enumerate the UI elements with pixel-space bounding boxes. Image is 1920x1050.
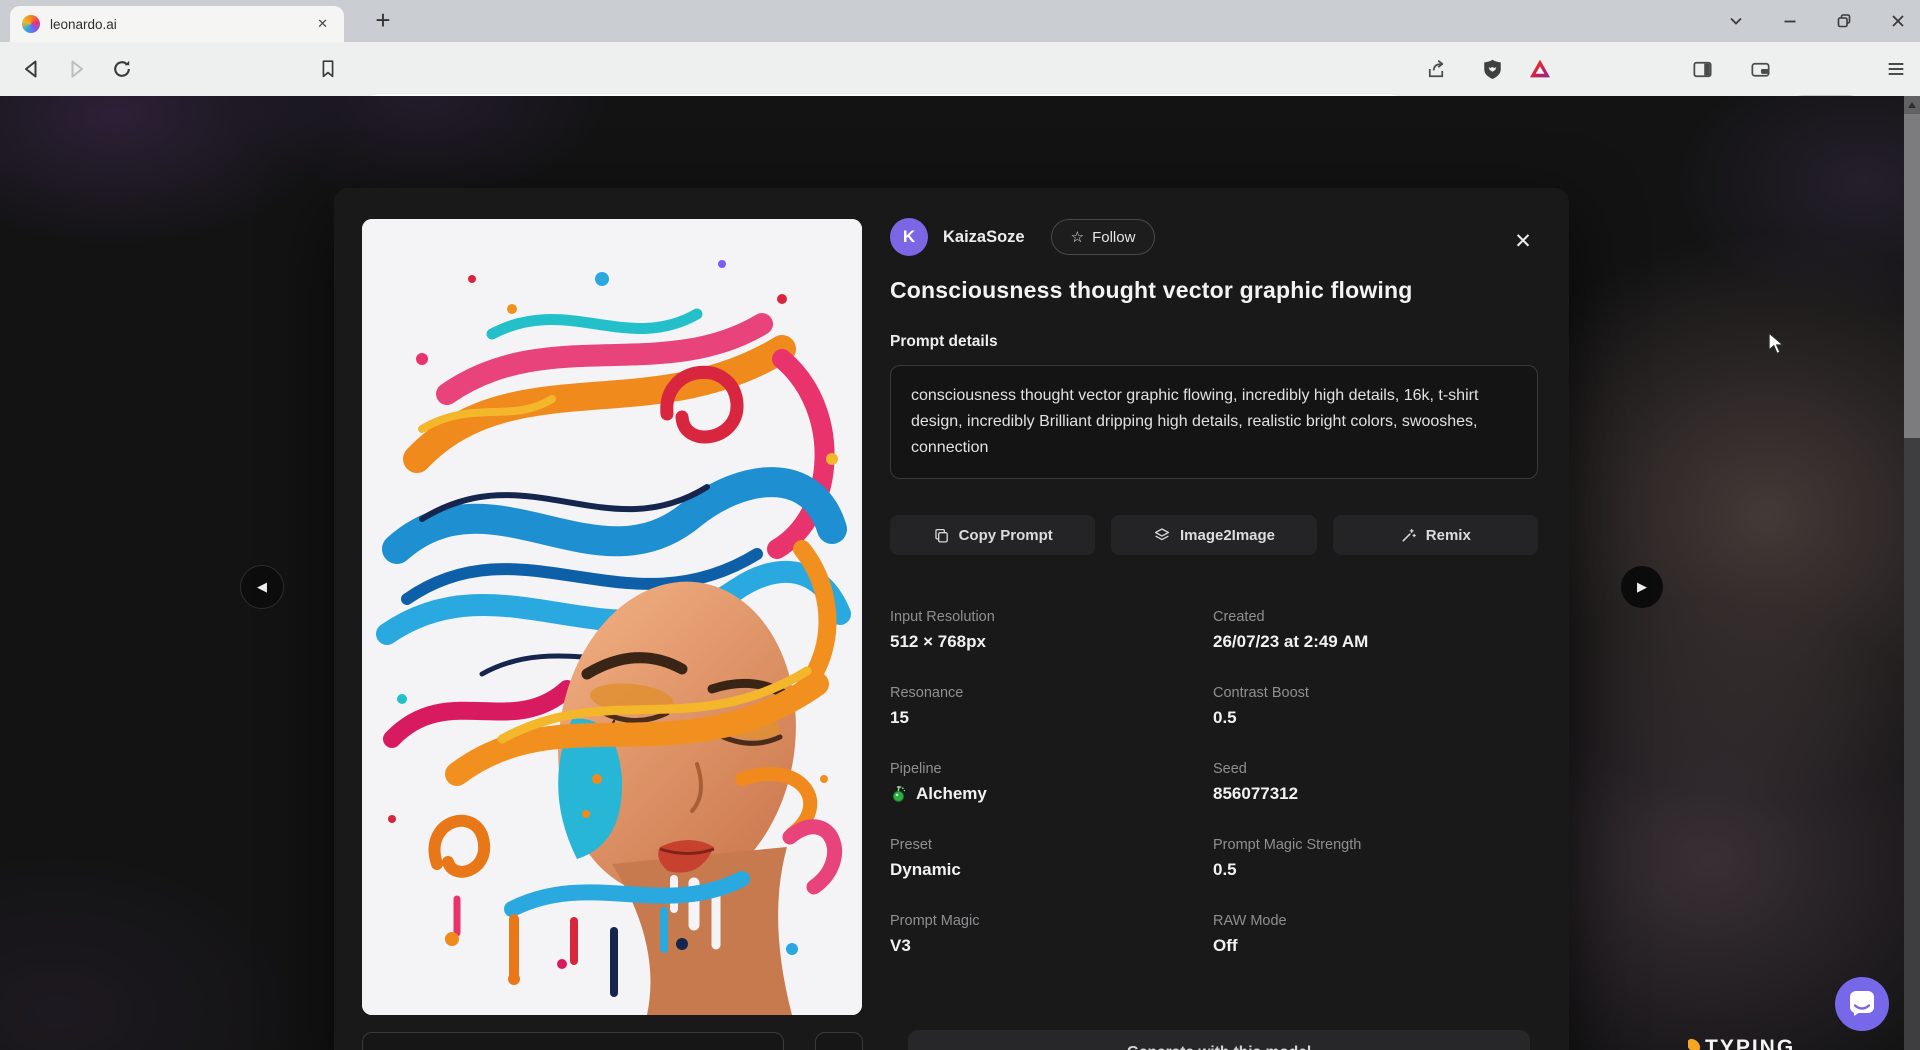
prev-arrow-icon: ◀ (257, 579, 267, 595)
comment-input[interactable] (362, 1032, 784, 1050)
page-backdrop: ◀ ▶ (0, 96, 1920, 1050)
image2image-button[interactable]: Image2Image (1111, 515, 1316, 555)
chat-support-button[interactable] (1835, 977, 1889, 1031)
copy-prompt-label: Copy Prompt (959, 527, 1053, 544)
bookmark-icon[interactable] (316, 57, 340, 81)
copy-icon (933, 527, 950, 544)
tab-strip: leonardo.ai ✕ + (0, 0, 1920, 42)
wand-icon (1400, 527, 1417, 544)
layers-icon (1153, 526, 1171, 544)
browser-window: leonardo.ai ✕ + app.leonardo.ai (0, 0, 1920, 1050)
author-name[interactable]: KaizaSoze (943, 228, 1025, 247)
tab-search-chevron-icon[interactable] (1728, 13, 1744, 29)
image-detail-modal: ✕ K KaizaSoze ☆ Follow Consciousness tho… (334, 188, 1569, 1050)
detail-prompt-magic: Prompt Magic V3 (890, 913, 1213, 956)
next-arrow-icon: ▶ (1637, 579, 1647, 595)
flame-icon (1688, 1036, 1703, 1050)
action-buttons: Copy Prompt Image2Image Remix (890, 515, 1538, 555)
new-tab-button[interactable]: + (366, 3, 400, 37)
follow-label: Follow (1092, 229, 1135, 246)
page-scrollbar[interactable] (1904, 96, 1920, 1050)
share-icon[interactable] (1424, 57, 1448, 81)
pipeline-value: Alchemy (916, 784, 987, 804)
star-icon: ☆ (1071, 228, 1084, 246)
reload-button[interactable] (110, 57, 134, 81)
tab-close-icon[interactable]: ✕ (313, 14, 332, 34)
remix-label: Remix (1426, 527, 1471, 544)
detail-prompt-magic-strength: Prompt Magic Strength 0.5 (1213, 837, 1538, 880)
mouse-cursor (1768, 332, 1790, 361)
generate-with-model-button[interactable]: Generate with this model (908, 1030, 1530, 1050)
brave-shields-lion-icon[interactable] (1480, 57, 1504, 81)
window-controls (1728, 0, 1906, 42)
minimize-button[interactable] (1782, 13, 1798, 29)
details-grid: Input Resolution 512 × 768px Created 26/… (890, 609, 1538, 956)
artwork-illustration (362, 219, 862, 1015)
detail-seed: Seed 856077312 (1213, 761, 1538, 804)
author-avatar[interactable]: K (890, 218, 928, 256)
maximize-button[interactable] (1836, 13, 1852, 29)
forward-button[interactable] (64, 57, 88, 81)
browser-toolbar: app.leonardo.ai VPN (0, 42, 1920, 96)
wallet-icon[interactable] (1748, 57, 1772, 81)
detail-preset: Preset Dynamic (890, 837, 1213, 880)
brave-rewards-triangle-icon[interactable] (1528, 57, 1552, 81)
sidebar-panel-icon[interactable] (1690, 57, 1714, 81)
tab-title: leonardo.ai (50, 17, 303, 32)
follow-button[interactable]: ☆ Follow (1051, 219, 1156, 255)
prompt-text: consciousness thought vector graphic flo… (890, 365, 1538, 479)
scrollbar-up-arrow[interactable] (1904, 96, 1920, 114)
prompt-details-heading: Prompt details (890, 333, 1538, 351)
close-window-button[interactable] (1890, 13, 1906, 29)
video-watermark: TYPING (1688, 1036, 1795, 1050)
detail-contrast-boost: Contrast Boost 0.5 (1213, 685, 1538, 728)
back-button[interactable] (20, 57, 44, 81)
detail-raw-mode: RAW Mode Off (1213, 913, 1538, 956)
previous-image-button[interactable]: ◀ (240, 565, 284, 609)
detail-input-resolution: Input Resolution 512 × 768px (890, 609, 1213, 652)
alchemy-flask-icon (890, 785, 908, 803)
leonardo-favicon-icon (22, 15, 40, 33)
image2image-label: Image2Image (1180, 527, 1275, 544)
generated-artwork[interactable] (362, 219, 862, 1015)
remix-button[interactable]: Remix (1333, 515, 1538, 555)
next-image-button[interactable]: ▶ (1621, 566, 1663, 608)
author-row: K KaizaSoze ☆ Follow (890, 218, 1538, 256)
menu-hamburger-icon[interactable] (1884, 57, 1908, 81)
scrollbar-thumb[interactable] (1904, 114, 1920, 438)
detail-resonance: Resonance 15 (890, 685, 1213, 728)
tab-leonardo[interactable]: leonardo.ai ✕ (10, 6, 344, 42)
emoji-button[interactable] (815, 1032, 863, 1050)
detail-panel: K KaizaSoze ☆ Follow Consciousness thoug… (890, 188, 1538, 956)
copy-prompt-button[interactable]: Copy Prompt (890, 515, 1095, 555)
detail-created: Created 26/07/23 at 2:49 AM (1213, 609, 1538, 652)
chat-bubble-icon (1835, 977, 1889, 1031)
image-title: Consciousness thought vector graphic flo… (890, 277, 1538, 304)
detail-pipeline: Pipeline Alchemy (890, 761, 1213, 804)
